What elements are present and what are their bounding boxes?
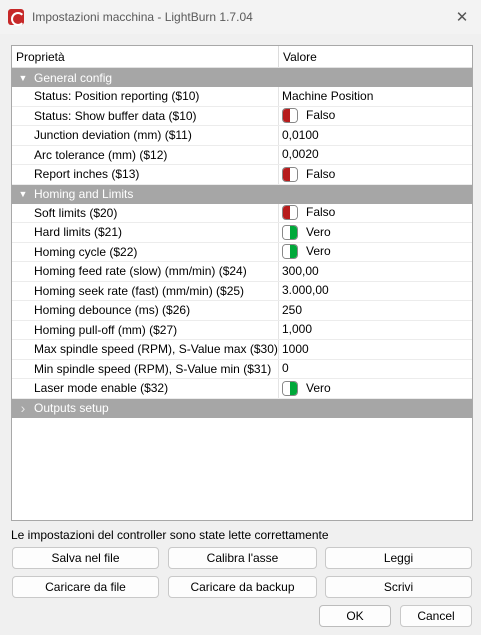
property-name: Homing feed rate (slow) (mm/min) ($24) (12, 262, 279, 281)
property-name: Arc tolerance (mm) ($12) (12, 145, 279, 164)
property-value: Machine Position (282, 88, 374, 103)
property-value: 0,0100 (282, 127, 319, 142)
close-icon[interactable]: ✕ (449, 4, 475, 30)
property-value-cell[interactable]: Machine Position (279, 87, 472, 106)
property-name: Homing seek rate (fast) (mm/min) ($25) (12, 281, 279, 300)
property-name: Min spindle speed (RPM), S-Value min ($3… (12, 359, 279, 378)
property-row[interactable]: Report inches ($13) Falso (12, 165, 472, 185)
load-from-backup-button[interactable]: Caricare da backup (168, 576, 317, 598)
property-name: Status: Position reporting ($10) (12, 87, 279, 106)
save-to-file-button[interactable]: Salva nel file (12, 547, 159, 569)
property-row[interactable]: Status: Position reporting ($10) Machine … (12, 87, 472, 107)
property-name: Junction deviation (mm) ($11) (12, 126, 279, 145)
column-header-value[interactable]: Valore (279, 46, 472, 67)
property-value-cell[interactable]: 3.000,00 (279, 282, 472, 301)
load-from-file-button[interactable]: Caricare da file (12, 576, 159, 598)
column-header-property[interactable]: Proprietà (12, 46, 279, 67)
property-row[interactable]: Homing seek rate (fast) (mm/min) ($25) 3.… (12, 281, 472, 301)
chevron-down-icon[interactable]: ▼ (12, 189, 34, 199)
category-label: General config (34, 70, 113, 85)
category-label: Homing and Limits (34, 187, 134, 201)
property-name: Hard limits ($21) (12, 223, 279, 242)
property-value-cell[interactable]: 250 (279, 301, 472, 320)
toggle-off-icon[interactable] (282, 108, 298, 124)
property-name: Soft limits ($20) (12, 203, 279, 222)
property-name: Max spindle speed (RPM), S-Value max ($3… (12, 340, 279, 359)
window-title: Impostazioni macchina - LightBurn 1.7.04 (32, 10, 253, 24)
property-value-cell[interactable]: Vero (279, 243, 472, 262)
property-value-cell[interactable]: Falso (279, 204, 472, 223)
read-button[interactable]: Leggi (325, 547, 472, 569)
title-bar: Impostazioni macchina - LightBurn 1.7.04… (0, 0, 481, 34)
property-row[interactable]: Homing debounce (ms) ($26) 250 (12, 301, 472, 321)
property-name: Homing pull-off (mm) ($27) (12, 320, 279, 339)
property-value: 0 (282, 361, 289, 376)
property-value: Falso (306, 108, 336, 123)
chevron-right-icon[interactable]: › (12, 400, 34, 416)
property-value: 0,0020 (282, 147, 319, 162)
write-button[interactable]: Scrivi (325, 576, 472, 598)
property-row[interactable]: Status: Show buffer data ($10) Falso (12, 106, 472, 126)
category-row[interactable]: ▼ Homing and Limits (12, 184, 472, 204)
property-row[interactable]: Min spindle speed (RPM), S-Value min ($3… (12, 359, 472, 379)
property-value-cell[interactable]: 0 (279, 360, 472, 379)
property-name: Homing cycle ($22) (12, 242, 279, 261)
grid-header: Proprietà Valore (12, 46, 472, 68)
property-value-cell[interactable]: 0,0100 (279, 126, 472, 145)
property-value-cell[interactable]: Falso (279, 165, 472, 184)
toggle-off-icon[interactable] (282, 166, 298, 182)
toggle-on-icon[interactable] (282, 244, 298, 260)
property-value-cell[interactable]: Vero (279, 379, 472, 398)
property-value-cell[interactable]: Vero (279, 223, 472, 242)
property-name: Report inches ($13) (12, 165, 279, 184)
property-value: Falso (306, 166, 336, 181)
cancel-button[interactable]: Cancel (400, 605, 472, 627)
property-row[interactable]: Junction deviation (mm) ($11) 0,0100 (12, 126, 472, 146)
property-grid: Proprietà Valore ▼ General config Status: … (11, 45, 473, 521)
property-value-cell[interactable]: 1,000 (279, 321, 472, 340)
property-value: Vero (306, 380, 331, 395)
property-value: Vero (306, 224, 331, 239)
property-row[interactable]: Homing pull-off (mm) ($27) 1,000 (12, 320, 472, 340)
grid-body: ▼ General config Status: Position reportin… (12, 68, 472, 418)
property-value: 1000 (282, 341, 309, 356)
property-name: Status: Show buffer data ($10) (12, 106, 279, 125)
property-row[interactable]: Max spindle speed (RPM), S-Value max ($3… (12, 340, 472, 360)
toggle-on-icon[interactable] (282, 224, 298, 240)
property-row[interactable]: Soft limits ($20) Falso (12, 203, 472, 223)
status-message: Le impostazioni del controller sono stat… (11, 528, 329, 542)
calibrate-axis-button[interactable]: Calibra l'asse (168, 547, 317, 569)
category-row[interactable]: › Outputs setup (12, 398, 472, 418)
category-row[interactable]: ▼ General config (12, 68, 472, 87)
chevron-down-icon[interactable]: ▼ (12, 73, 34, 83)
property-value: 3.000,00 (282, 283, 329, 298)
property-row[interactable]: Homing cycle ($22) Vero (12, 242, 472, 262)
property-value: 250 (282, 302, 303, 317)
property-name: Laser mode enable ($32) (12, 379, 279, 398)
property-value: Vero (306, 244, 331, 259)
property-value-cell[interactable]: 300,00 (279, 262, 472, 281)
ok-button[interactable]: OK (319, 605, 391, 627)
toggle-off-icon[interactable] (282, 205, 298, 221)
category-label: Outputs setup (34, 401, 109, 415)
property-value: 300,00 (282, 263, 319, 278)
property-value-cell[interactable]: Falso (279, 107, 472, 126)
toggle-on-icon[interactable] (282, 380, 298, 396)
lightburn-logo-icon (8, 9, 25, 26)
property-value-cell[interactable]: 0,0020 (279, 146, 472, 165)
property-row[interactable]: Arc tolerance (mm) ($12) 0,0020 (12, 145, 472, 165)
property-value: Falso (306, 205, 336, 220)
property-value: 1,000 (282, 322, 313, 337)
property-name: Homing debounce (ms) ($26) (12, 301, 279, 320)
property-row[interactable]: Hard limits ($21) Vero (12, 223, 472, 243)
property-value-cell[interactable]: 1000 (279, 340, 472, 359)
property-row[interactable]: Homing feed rate (slow) (mm/min) ($24) 30… (12, 262, 472, 282)
property-row[interactable]: Laser mode enable ($32) Vero (12, 379, 472, 399)
